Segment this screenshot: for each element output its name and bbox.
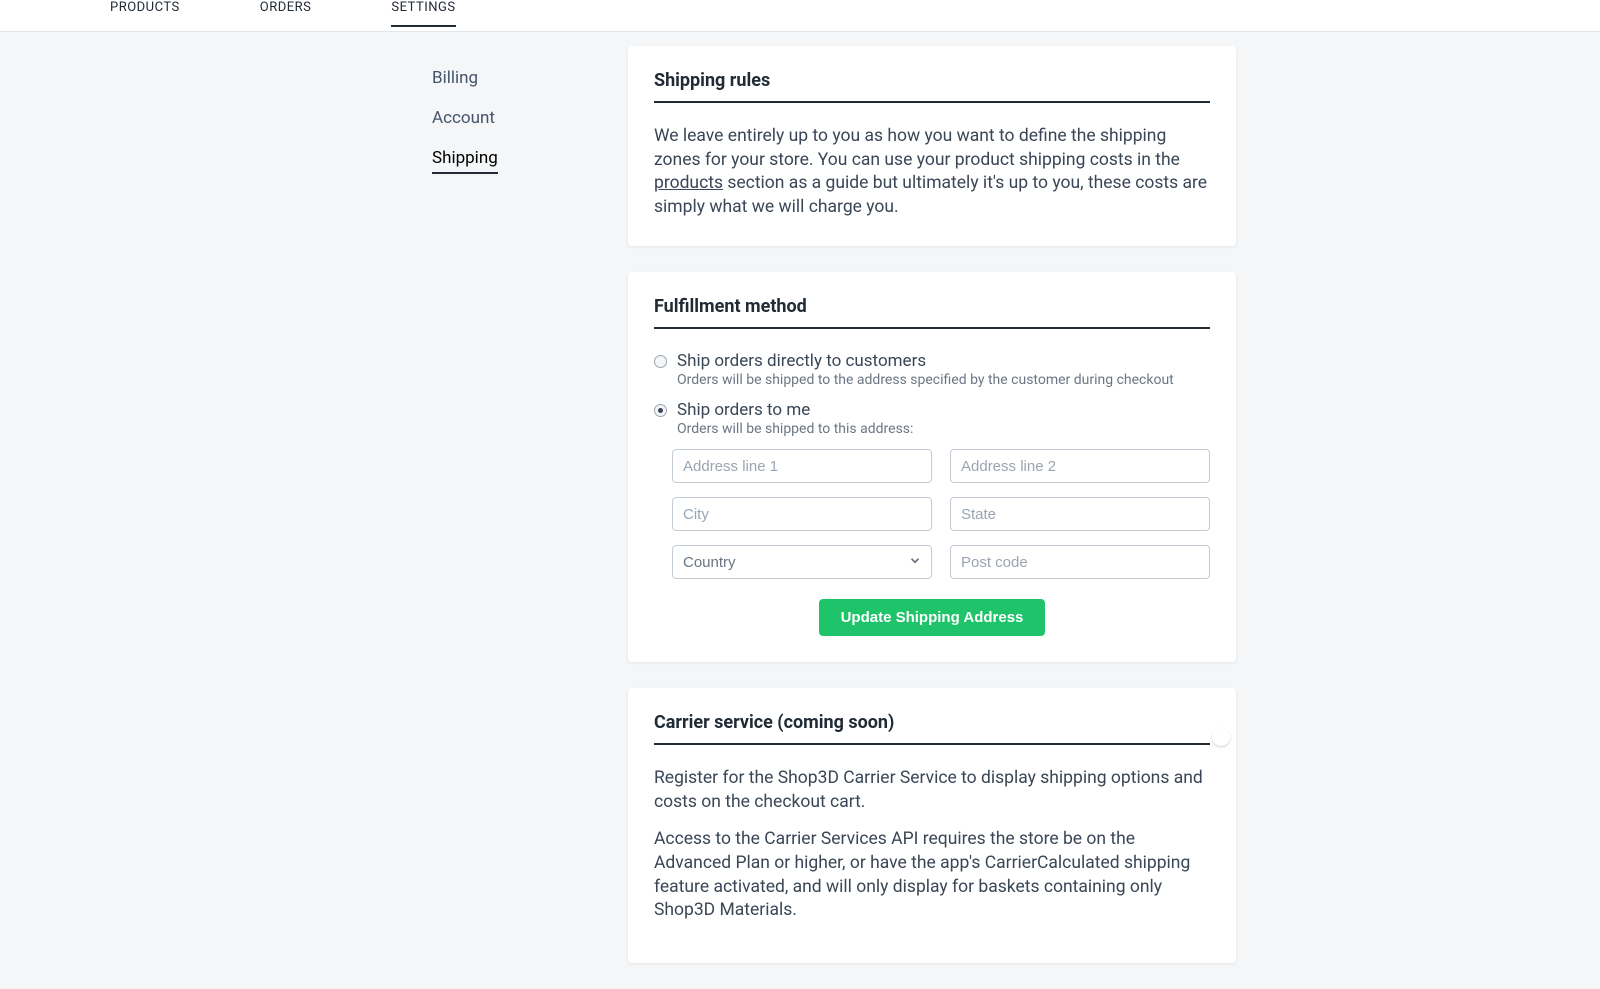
carrier-title-text: Carrier service (coming soon) (654, 712, 894, 733)
shipping-rules-text-2: section as a guide but ultimately it's u… (654, 173, 1207, 217)
shipping-rules-text-1: We leave entirely up to you as how you w… (654, 126, 1180, 170)
radio-input[interactable] (654, 355, 667, 368)
toggle-knob (1212, 728, 1230, 746)
sidenav-item-account[interactable]: Account (432, 98, 495, 138)
tab-products[interactable]: PRODUCTS (110, 0, 180, 25)
carrier-service-card: Carrier service (coming soon) Register f… (628, 688, 1236, 963)
radio-text: Ship orders directly to customers Orders… (677, 351, 1174, 388)
settings-content: Shipping rules We leave entirely up to y… (628, 46, 1600, 989)
sidenav-item-shipping[interactable]: Shipping (432, 138, 498, 174)
radio-label: Ship orders to me (677, 400, 913, 421)
radio-label: Ship orders directly to customers (677, 351, 1174, 372)
settings-sidenav: Billing Account Shipping (0, 46, 628, 989)
shipping-rules-card: Shipping rules We leave entirely up to y… (628, 46, 1236, 246)
tab-orders[interactable]: ORDERS (260, 0, 312, 25)
city-field[interactable] (672, 497, 932, 531)
radio-text: Ship orders to me Orders will be shipped… (677, 400, 913, 437)
country-select[interactable]: Country (672, 545, 932, 579)
address-form: Country (654, 449, 1210, 579)
radio-sublabel: Orders will be shipped to the address sp… (677, 372, 1174, 388)
update-shipping-address-button[interactable]: Update Shipping Address (819, 599, 1046, 636)
shipping-rules-body: We leave entirely up to you as how you w… (654, 125, 1210, 220)
carrier-p1: Register for the Shop3D Carrier Service … (654, 767, 1210, 814)
fulfillment-card: Fulfillment method Ship orders directly … (628, 272, 1236, 663)
fulfillment-option-me[interactable]: Ship orders to me Orders will be shipped… (654, 400, 1210, 437)
radio-input[interactable] (654, 404, 667, 417)
address-line-1-field[interactable] (672, 449, 932, 483)
tab-settings[interactable]: SETTINGS (391, 0, 455, 27)
carrier-p2: Access to the Carrier Services API requi… (654, 828, 1210, 923)
radio-sublabel: Orders will be shipped to this address: (677, 421, 913, 437)
page-body: Billing Account Shipping Shipping rules … (0, 32, 1600, 989)
country-select-wrap: Country (672, 545, 932, 579)
card-title: Carrier service (coming soon) (654, 712, 1210, 745)
card-title: Shipping rules (654, 70, 1210, 103)
products-link[interactable]: products (654, 173, 723, 193)
fulfillment-option-direct[interactable]: Ship orders directly to customers Orders… (654, 351, 1210, 388)
state-field[interactable] (950, 497, 1210, 531)
address-line-2-field[interactable] (950, 449, 1210, 483)
card-title: Fulfillment method (654, 296, 1210, 329)
post-code-field[interactable] (950, 545, 1210, 579)
sidenav-item-billing[interactable]: Billing (432, 58, 478, 98)
top-nav: PRODUCTS ORDERS SETTINGS (0, 0, 1600, 32)
